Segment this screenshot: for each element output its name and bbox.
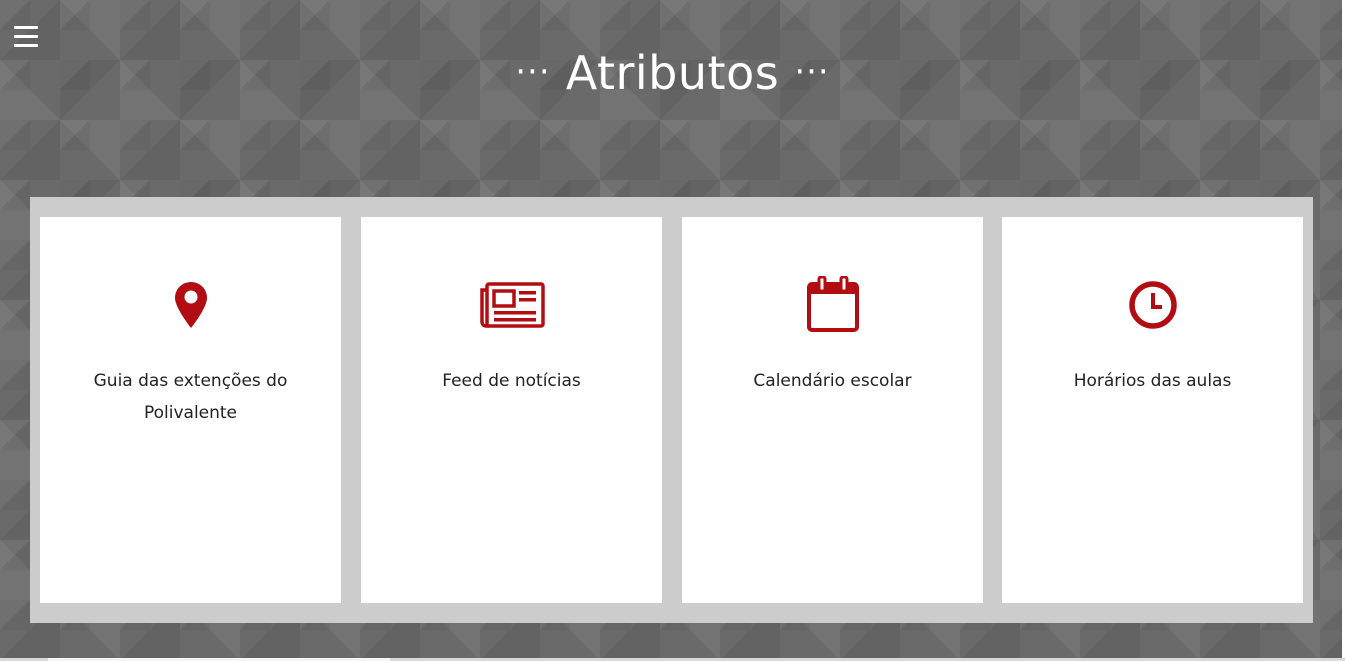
newspaper-icon — [361, 277, 662, 333]
card-label: Horários das aulas — [1073, 371, 1232, 391]
clock-icon — [1002, 277, 1303, 333]
title-dots-left: ··· — [515, 52, 551, 92]
card-calendario-escolar[interactable]: Calendário escolar — [682, 217, 983, 603]
title-dots-right: ··· — [794, 52, 830, 92]
menu-bar — [14, 26, 38, 29]
card-feed-noticias[interactable]: Feed de notícias — [361, 217, 662, 603]
card-guia-extencoes[interactable]: Guia das extenções do Polivalente — [40, 217, 341, 603]
page-title-text: Atributos — [565, 46, 780, 100]
features-panel: Guia das extenções do Polivalente Feed d… — [30, 197, 1313, 623]
card-label: Feed de notícias — [442, 371, 581, 391]
card-horarios-aulas[interactable]: Horários das aulas — [1002, 217, 1303, 603]
calendar-icon — [682, 276, 983, 333]
menu-bar — [14, 35, 38, 38]
map-pin-icon — [40, 277, 341, 333]
card-label: Calendário escolar — [753, 371, 912, 391]
page-title: ··· Atributos ··· — [0, 40, 1345, 104]
card-label: Guia das extenções do Polivalente — [93, 371, 288, 423]
